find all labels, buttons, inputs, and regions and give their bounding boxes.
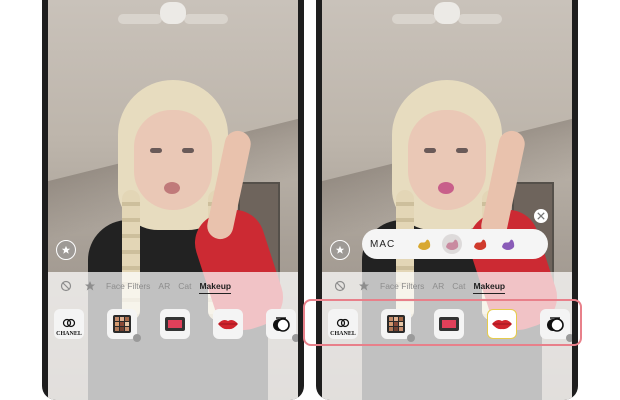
lipstick-shade-picker: MAC: [362, 229, 548, 259]
lipstick-swatch-icon: [418, 239, 431, 250]
lipstick-swatch-icon: [446, 239, 459, 250]
eyeshadow-palette-icon: [113, 315, 131, 333]
tab-cat[interactable]: Cat: [178, 279, 191, 293]
camera-view: Face Filters AR Cat Makeup CHANEL: [48, 0, 298, 400]
shade-swatch[interactable]: [498, 234, 518, 254]
tab-makeup[interactable]: Makeup: [199, 279, 232, 294]
tab-face-filters[interactable]: Face Filters: [380, 279, 424, 293]
brand-logo: MAC: [370, 238, 396, 250]
tab-makeup[interactable]: Makeup: [473, 279, 506, 294]
shade-swatch-selected[interactable]: [442, 234, 462, 254]
chanel-label: CHANEL: [56, 331, 82, 337]
effect-chanel[interactable]: CHANEL: [54, 309, 84, 339]
favorite-button[interactable]: [56, 240, 76, 260]
no-effect-icon[interactable]: [58, 278, 74, 294]
close-button[interactable]: [534, 209, 548, 223]
favorites-star-icon[interactable]: [356, 278, 372, 294]
effect-eyeshadow[interactable]: [107, 309, 141, 342]
tab-cat[interactable]: Cat: [452, 279, 465, 293]
effect-compact[interactable]: [266, 309, 298, 342]
effects-row: CHANEL: [54, 306, 298, 342]
favorite-button[interactable]: [330, 240, 350, 260]
effect-blush[interactable]: [160, 309, 190, 339]
chanel-logo-icon: [62, 318, 76, 328]
star-icon: [61, 245, 71, 254]
ceiling-fan: [392, 0, 502, 44]
tab-ar[interactable]: AR: [432, 279, 444, 293]
favorites-star-icon[interactable]: [82, 278, 98, 294]
blush-compact-icon: [165, 317, 185, 331]
mirror-compact-icon: [273, 317, 290, 332]
effect-lips[interactable]: [213, 309, 243, 339]
highlight-box: [303, 299, 582, 346]
no-effect-icon[interactable]: [332, 278, 348, 294]
shade-swatch[interactable]: [470, 234, 490, 254]
star-icon: [335, 245, 345, 254]
lipstick-swatch-icon: [502, 239, 515, 250]
ceiling-fan: [118, 0, 228, 44]
lipstick-swatch-icon: [474, 239, 487, 250]
shade-swatch[interactable]: [414, 234, 434, 254]
effects-tabbar: Face Filters AR Cat Makeup: [52, 274, 294, 298]
close-icon: [537, 212, 545, 220]
lips-icon: [218, 320, 238, 330]
tab-ar[interactable]: AR: [158, 279, 170, 293]
phone-left: Face Filters AR Cat Makeup CHANEL: [42, 0, 304, 400]
effects-tabbar: Face Filters AR Cat Makeup: [326, 274, 568, 298]
tab-face-filters[interactable]: Face Filters: [106, 279, 150, 293]
